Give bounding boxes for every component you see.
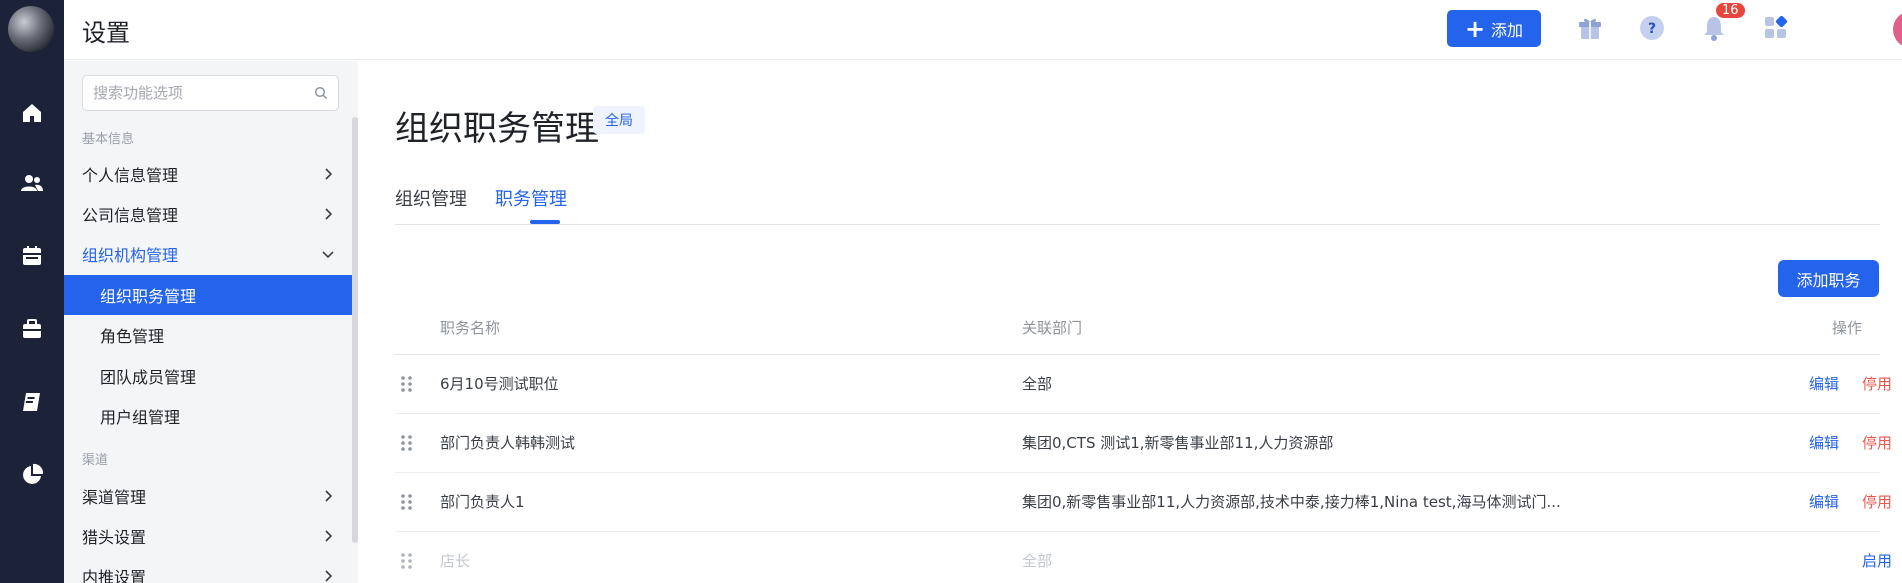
position-name: 部门负责人韩韩测试 [440, 434, 576, 452]
sidebar-item-label: 角色管理 [100, 327, 165, 346]
enable-link[interactable]: 启用 [1862, 550, 1892, 571]
table-row: 部门负责人韩韩测试 集团0,CTS 测试1,新零售事业部11,人力资源部 编辑 … [395, 414, 1892, 473]
sidebar-item-label: 渠道管理 [82, 488, 147, 507]
apps-icon[interactable] [1762, 14, 1790, 42]
main-content: 组织职务管理 全局 组织管理 职务管理 添加职务 职务名称 关联部门 操作 6月… [358, 61, 1902, 583]
column-header-name: 职务名称 [440, 319, 501, 337]
search-icon[interactable] [314, 86, 328, 100]
briefcase-icon[interactable] [20, 317, 44, 341]
scope-tag: 全局 [593, 106, 645, 134]
sidebar-item-roles[interactable]: 角色管理 [64, 315, 353, 355]
chevron-down-icon [322, 251, 334, 259]
disable-link[interactable]: 停用 [1862, 491, 1892, 512]
app-rail [0, 0, 64, 583]
sidebar-item-label: 用户组管理 [100, 408, 181, 427]
sidebar-item-channels[interactable]: 渠道管理 [64, 476, 353, 516]
sidebar-item-referral[interactable]: 内推设置 [64, 556, 353, 583]
gift-icon[interactable] [1576, 14, 1604, 42]
table-header: 职务名称 关联部门 操作 [395, 301, 1880, 355]
sidebar-item-org-structure[interactable]: 组织机构管理 [64, 234, 353, 274]
chevron-right-icon [325, 168, 333, 180]
calendar-icon[interactable] [20, 244, 44, 268]
user-avatar[interactable]: 盼 [1893, 11, 1902, 48]
add-position-button[interactable]: 添加职务 [1778, 260, 1879, 297]
sidebar-item-label: 组织职务管理 [100, 287, 197, 306]
home-icon[interactable] [20, 101, 44, 125]
sidebar-item-label: 个人信息管理 [82, 166, 179, 185]
group-label-channels: 渠道 [82, 453, 109, 468]
company-logo[interactable] [8, 6, 54, 52]
chevron-right-icon [325, 570, 333, 582]
help-icon[interactable]: ? [1638, 14, 1666, 42]
search-input[interactable] [93, 84, 314, 102]
drag-handle-icon[interactable] [398, 374, 416, 394]
position-departments: 集团0,新零售事业部11,人力资源部,技术中泰,接力棒1,Nina test,海… [1022, 493, 1561, 511]
sidebar-item-org-positions[interactable]: 组织职务管理 [64, 275, 353, 315]
table-row: 部门负责人1 集团0,新零售事业部11,人力资源部,技术中泰,接力棒1,Nina… [395, 473, 1892, 532]
book-icon[interactable] [20, 390, 44, 414]
plus-icon: + [1464, 14, 1486, 43]
chevron-right-icon [325, 490, 333, 502]
table-row: 6月10号测试职位 全部 编辑 停用 [395, 355, 1892, 414]
notification-badge: 16 [1714, 1, 1747, 20]
sidebar-item-label: 团队成员管理 [100, 368, 197, 387]
sidebar-item-headhunter[interactable]: 猎头设置 [64, 516, 353, 556]
drag-handle-icon[interactable] [398, 492, 416, 512]
sidebar-item-company-info[interactable]: 公司信息管理 [64, 194, 353, 234]
position-name: 6月10号测试职位 [440, 375, 559, 393]
edit-link[interactable]: 编辑 [1809, 491, 1839, 512]
team-icon[interactable] [20, 171, 44, 195]
sidebar-item-label: 组织机构管理 [82, 246, 179, 265]
drag-handle-icon[interactable] [398, 433, 416, 453]
drag-handle-icon[interactable] [398, 551, 416, 571]
position-name: 部门负责人1 [440, 493, 525, 511]
tab-position-management[interactable]: 职务管理 [495, 185, 567, 211]
page-header-title: 设置 [82, 19, 130, 47]
sidebar-item-team-members[interactable]: 团队成员管理 [64, 356, 353, 396]
position-name: 店长 [440, 552, 471, 570]
search-box[interactable] [82, 75, 339, 111]
edit-link[interactable]: 编辑 [1809, 432, 1839, 453]
position-departments: 全部 [1022, 375, 1053, 393]
top-header: 设置 + 添加 ? 16 盼 [64, 0, 1902, 60]
sidebar-item-user-groups[interactable]: 用户组管理 [64, 396, 353, 436]
add-button[interactable]: + 添加 [1447, 10, 1541, 47]
column-header-actions: 操作 [1832, 319, 1863, 337]
page-title: 组织职务管理 [395, 109, 599, 149]
group-label-basic: 基本信息 [82, 132, 135, 147]
chevron-right-icon [325, 530, 333, 542]
position-departments: 全部 [1022, 552, 1053, 570]
tab-org-management[interactable]: 组织管理 [395, 185, 467, 211]
table-row: 店长 全部 启用 [395, 532, 1892, 583]
tab-bar: 组织管理 职务管理 [395, 185, 1880, 225]
disable-link[interactable]: 停用 [1862, 432, 1892, 453]
edit-link[interactable]: 编辑 [1809, 373, 1839, 394]
positions-table: 职务名称 关联部门 操作 6月10号测试职位 全部 编辑 停用 部门负责人韩韩测… [395, 301, 1892, 583]
disable-link[interactable]: 停用 [1862, 373, 1892, 394]
sidebar-item-personal-info[interactable]: 个人信息管理 [64, 154, 353, 194]
settings-sidebar: 基本信息 个人信息管理 公司信息管理 组织机构管理 组织职务管理 角色管理 团队… [64, 61, 358, 583]
sidebar-item-label: 公司信息管理 [82, 206, 179, 225]
svg-text:?: ? [1648, 21, 1656, 37]
sidebar-item-label: 内推设置 [82, 568, 147, 583]
active-tab-indicator [530, 220, 560, 224]
position-departments: 集团0,CTS 测试1,新零售事业部11,人力资源部 [1022, 434, 1334, 452]
column-header-departments: 关联部门 [1022, 319, 1083, 337]
pie-chart-icon[interactable] [20, 463, 44, 487]
chevron-right-icon [325, 208, 333, 220]
add-button-label: 添加 [1491, 20, 1524, 40]
sidebar-item-label: 猎头设置 [82, 528, 147, 547]
